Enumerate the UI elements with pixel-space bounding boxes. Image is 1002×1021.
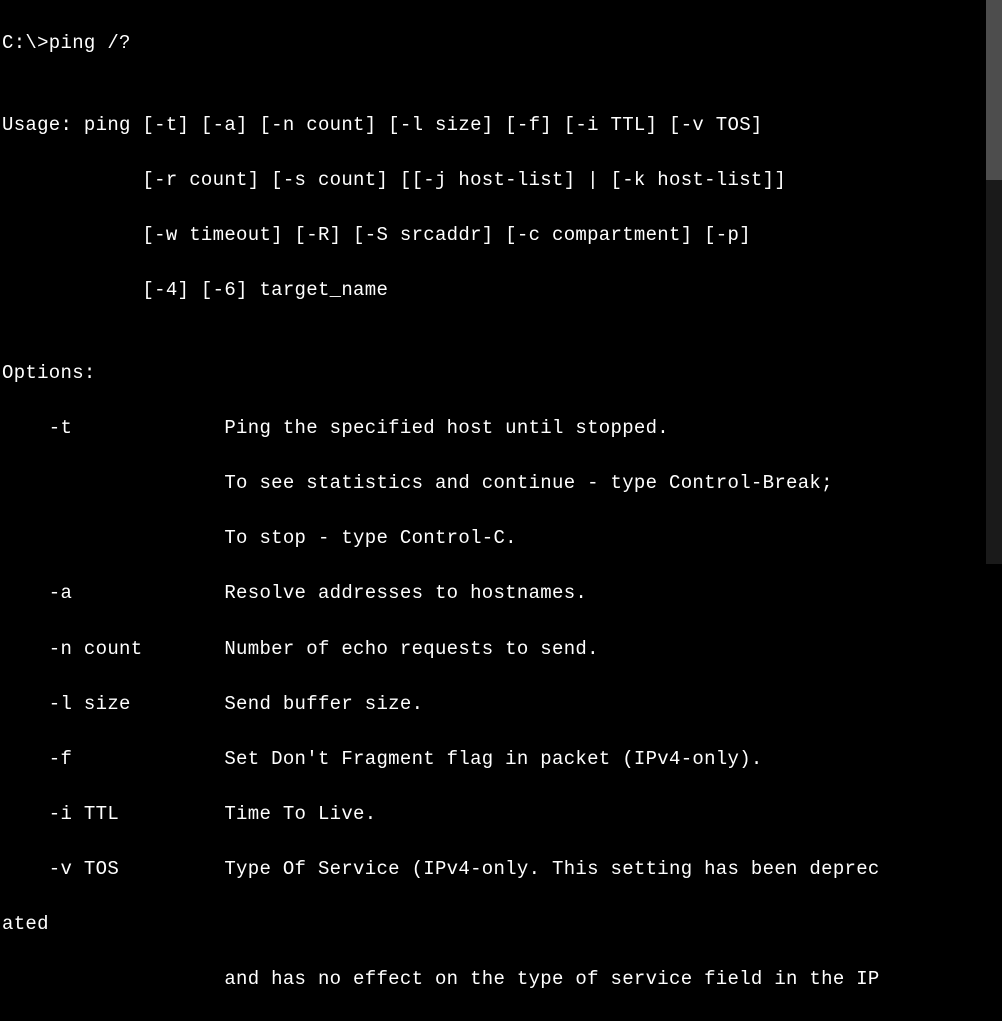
usage-line-4: [-4] [-6] target_name: [2, 277, 988, 305]
option-v-line-2: and has no effect on the type of service…: [2, 966, 988, 994]
option-i-line: -i TTL Time To Live.: [2, 801, 988, 829]
option-v-line-1b: ated: [2, 911, 988, 939]
option-t-line-3: To stop - type Control-C.: [2, 525, 988, 553]
terminal-output: C:\>ping /? Usage: ping [-t] [-a] [-n co…: [2, 2, 988, 1021]
usage-line-1: Usage: ping [-t] [-a] [-n count] [-l siz…: [2, 112, 988, 140]
option-a-line: -a Resolve addresses to hostnames.: [2, 580, 988, 608]
usage-line-3: [-w timeout] [-R] [-S srcaddr] [-c compa…: [2, 222, 988, 250]
option-t-line-1: -t Ping the specified host until stopped…: [2, 415, 988, 443]
options-header: Options:: [2, 360, 988, 388]
option-t-line-2: To see statistics and continue - type Co…: [2, 470, 988, 498]
option-n-line: -n count Number of echo requests to send…: [2, 636, 988, 664]
scrollbar-thumb[interactable]: [986, 0, 1002, 180]
option-v-line-1: -v TOS Type Of Service (IPv4-only. This …: [2, 856, 988, 884]
option-l-line: -l size Send buffer size.: [2, 691, 988, 719]
usage-line-2: [-r count] [-s count] [[-j host-list] | …: [2, 167, 988, 195]
vertical-scrollbar[interactable]: [986, 0, 1002, 564]
command-prompt-line: C:\>ping /?: [2, 30, 988, 58]
option-f-line: -f Set Don't Fragment flag in packet (IP…: [2, 746, 988, 774]
